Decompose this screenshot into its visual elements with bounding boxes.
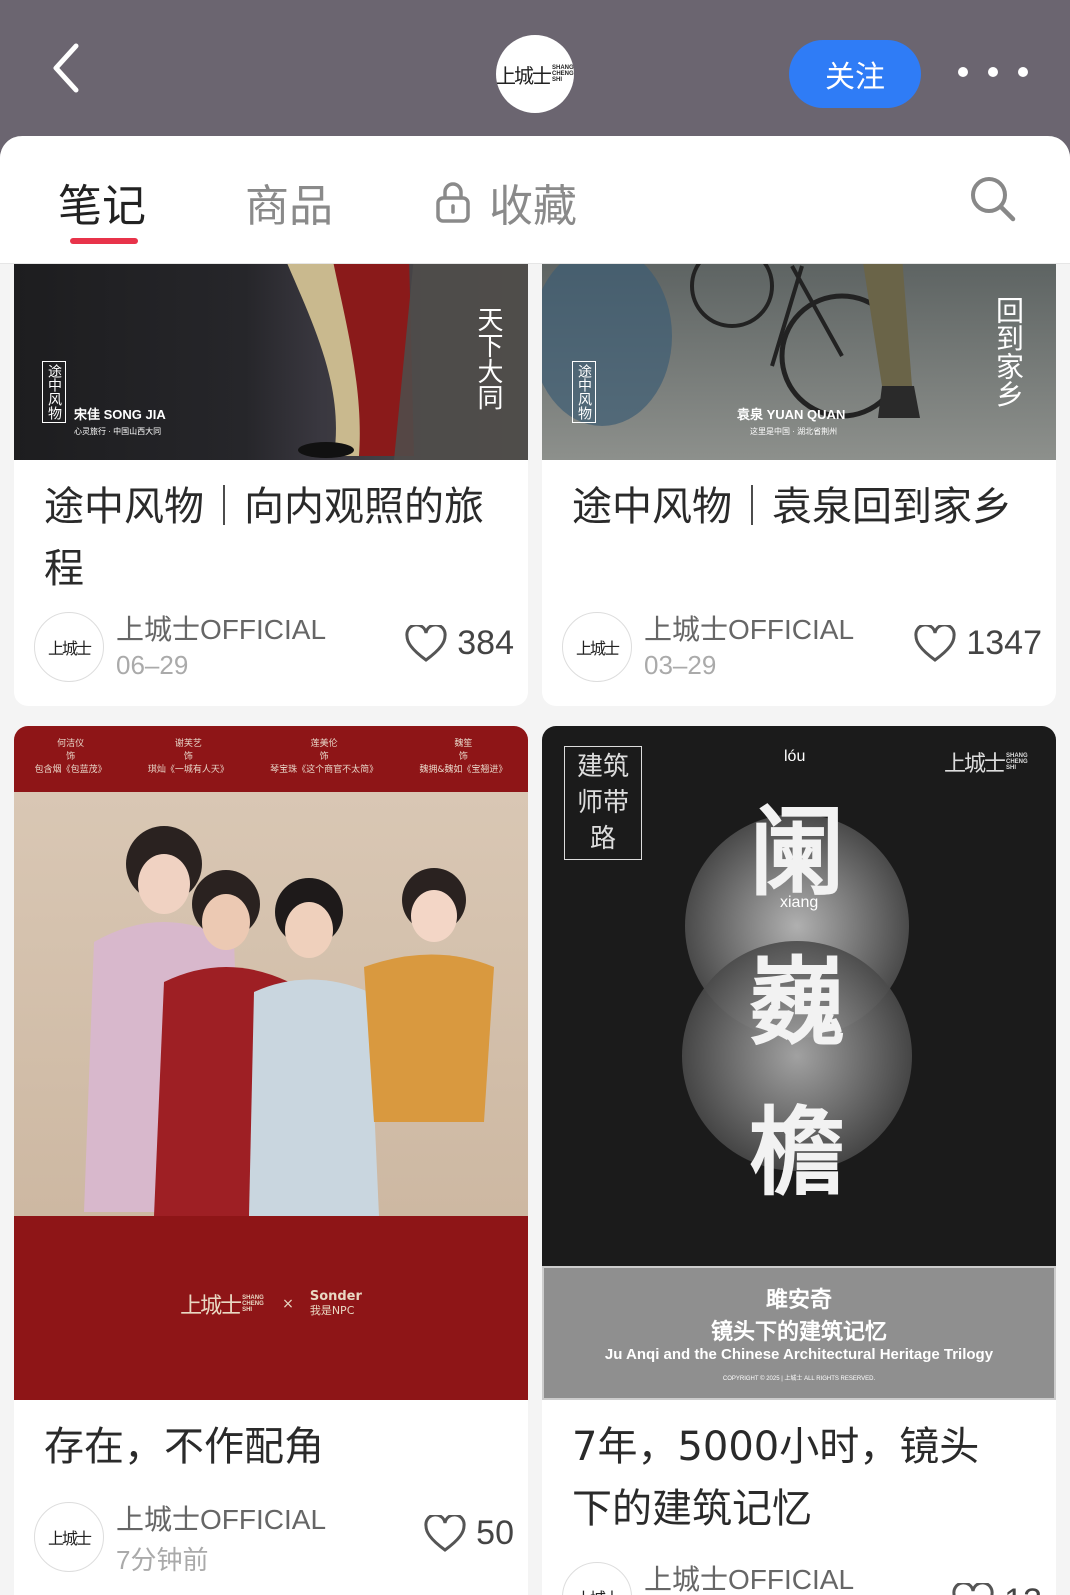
note-title: 7年，5000小时，镜头下的建筑记忆 — [572, 1424, 980, 1532]
series-vertical-label: 途中风物 — [42, 361, 66, 423]
profile-avatar[interactable]: 上城士 SHANG CHENG SHI — [496, 35, 574, 113]
note-cover-image: 阑 巍 檐 建筑师带路 lóu xiang 上城士 SHANG CHENG SH… — [542, 726, 1056, 1400]
brand-logo-corner: 上城士 SHANG CHENG SHI — [944, 752, 1028, 777]
caption-english: Ju Anqi and the Chinese Architectural He… — [604, 1346, 994, 1363]
sonder-logo: Sonder 我是NPC — [309, 1289, 362, 1318]
like-count: 50 — [476, 1514, 514, 1552]
svg-text:巍: 巍 — [749, 946, 845, 1059]
tab-favorites[interactable]: 收藏 — [435, 170, 577, 234]
like-button[interactable]: 50 — [424, 1514, 514, 1553]
pinyin-middle: xiang — [780, 894, 819, 911]
series-box: 建筑师带路 — [564, 746, 642, 860]
author-avatar[interactable]: 上城士 — [34, 612, 104, 682]
like-button[interactable]: 13 — [952, 1582, 1042, 1595]
credit-item: 谢芙艺饰琪灿《一城有人天》 — [147, 739, 229, 775]
like-count: 384 — [457, 624, 514, 662]
top-bar: 上城士 SHANG CHENG SHI 关注 — [0, 0, 1070, 145]
author-avatar[interactable]: 上城士 — [562, 612, 632, 682]
note-meta: 上城士 上城士OFFICIAL 06–29 384 — [34, 612, 514, 684]
search-icon — [971, 177, 1016, 222]
series-label: 建筑师带路 — [576, 752, 629, 854]
cover-vertical-title: 回到家乡 — [992, 296, 1025, 408]
tab-notes[interactable]: 笔记 — [58, 170, 146, 234]
dot-icon — [988, 67, 998, 77]
group-photo — [14, 792, 528, 1216]
chevron-left-icon — [53, 43, 79, 93]
pinyin-top: lóu — [784, 748, 806, 765]
credit-item: 莲美伦饰琴宝珠《这个商官不太简》 — [270, 739, 379, 775]
collab-logos: 上城士 SHANG CHENG SHI × Sonder 我是NPC — [180, 1289, 362, 1320]
series-vertical-label: 途中风物 — [572, 361, 596, 423]
note-meta: 上城士 上城士OFFICIAL 03–29 1347 — [562, 612, 1042, 684]
note-title: 途中风物｜向内观照的旅程 — [44, 484, 484, 592]
note-cover-image: 何洁仪饰包含烟《包蓝茂》 谢芙艺饰琪灿《一城有人天》 莲美伦饰琴宝珠《这个商官不… — [14, 726, 528, 1400]
like-button[interactable]: 1347 — [914, 624, 1042, 663]
svg-text:檐: 檐 — [749, 1096, 845, 1209]
author-name[interactable]: 上城士OFFICIAL — [116, 1498, 326, 1538]
like-count: 1347 — [966, 624, 1042, 662]
cover-name: 袁泉 YUAN QUAN — [737, 407, 846, 422]
author-name[interactable]: 上城士OFFICIAL — [644, 1558, 854, 1595]
note-title: 途中风物｜袁泉回到家乡 — [572, 484, 1012, 530]
follow-button[interactable]: 关注 — [789, 40, 921, 108]
four-figures-illustration — [84, 826, 494, 1216]
note-meta: 上城士 上城士OFFICIAL 7分钟前 50 — [34, 1502, 514, 1575]
svg-text:阑: 阑 — [749, 796, 845, 909]
brand-logo: 上城士 SHANG CHENG SHI — [496, 63, 574, 88]
caption-copyright: COPYRIGHT © 2025 | 上城士 ALL RIGHTS RESERV… — [722, 1376, 876, 1382]
active-tab-indicator — [70, 238, 138, 244]
note-card[interactable]: 何洁仪饰包含烟《包蓝茂》 谢芙艺饰琪灿《一城有人天》 莲美伦饰琴宝珠《这个商官不… — [14, 726, 528, 1595]
back-button[interactable] — [40, 38, 100, 98]
tab-goods[interactable]: 商品 — [245, 170, 333, 234]
cast-credits: 何洁仪饰包含烟《包蓝茂》 谢芙艺饰琪灿《一城有人天》 莲美伦饰琴宝珠《这个商官不… — [14, 726, 528, 788]
author-avatar[interactable]: 上城士 — [34, 1502, 104, 1572]
cover-subtitle: 这里是中国 · 湖北省荆州 — [750, 427, 838, 436]
more-options-button[interactable] — [958, 52, 1028, 92]
tab-favorites-label: 收藏 — [489, 181, 577, 232]
heart-icon — [405, 624, 447, 662]
cover-subtitle: 心灵旅行 · 中国山西大同 — [74, 427, 162, 436]
note-title: 存在，不作配角 — [44, 1424, 324, 1470]
search-button[interactable] — [968, 174, 1018, 224]
note-meta: 上城士 上城士OFFICIAL 13 — [562, 1562, 1042, 1595]
credit-item: 何洁仪饰包含烟《包蓝茂》 — [34, 739, 107, 775]
note-card[interactable]: 阑 巍 檐 建筑师带路 lóu xiang 上城士 SHANG CHENG SH… — [542, 726, 1056, 1595]
dot-icon — [1018, 67, 1028, 77]
author-name[interactable]: 上城士OFFICIAL — [644, 608, 854, 648]
caption-name: 雎安奇 — [765, 1288, 832, 1313]
cover-name: 宋佳 SONG JIA — [74, 407, 166, 422]
dot-icon — [958, 67, 968, 77]
note-date: 06–29 — [116, 650, 189, 680]
caption-subtitle: 镜头下的建筑记忆 — [710, 1320, 887, 1345]
like-count: 13 — [1004, 1582, 1042, 1595]
author-avatar[interactable]: 上城士 — [562, 1562, 632, 1595]
note-date: 7分钟前 — [116, 1545, 209, 1575]
collab-separator: × — [282, 1296, 294, 1312]
cover-vertical-title: 天下大同 — [473, 306, 503, 410]
note-date: 03–29 — [644, 650, 717, 680]
heart-icon — [914, 624, 956, 662]
like-button[interactable]: 384 — [405, 624, 514, 663]
content-sheet: 笔记 商品 收藏 途中风物 宋佳 SONG JIA 心灵旅行 · 中国山西大同 … — [0, 136, 1070, 1595]
heart-icon — [952, 1582, 994, 1595]
author-name[interactable]: 上城士OFFICIAL — [116, 608, 326, 648]
caption-panel: 雎安奇 镜头下的建筑记忆 Ju Anqi and the Chinese Arc… — [542, 1266, 1056, 1400]
lock-icon — [436, 182, 470, 223]
tab-bar: 笔记 商品 收藏 — [0, 136, 1070, 264]
heart-icon — [424, 1514, 466, 1552]
credit-item: 魏笙饰魏拥&魏如《宝翘进》 — [419, 739, 508, 775]
